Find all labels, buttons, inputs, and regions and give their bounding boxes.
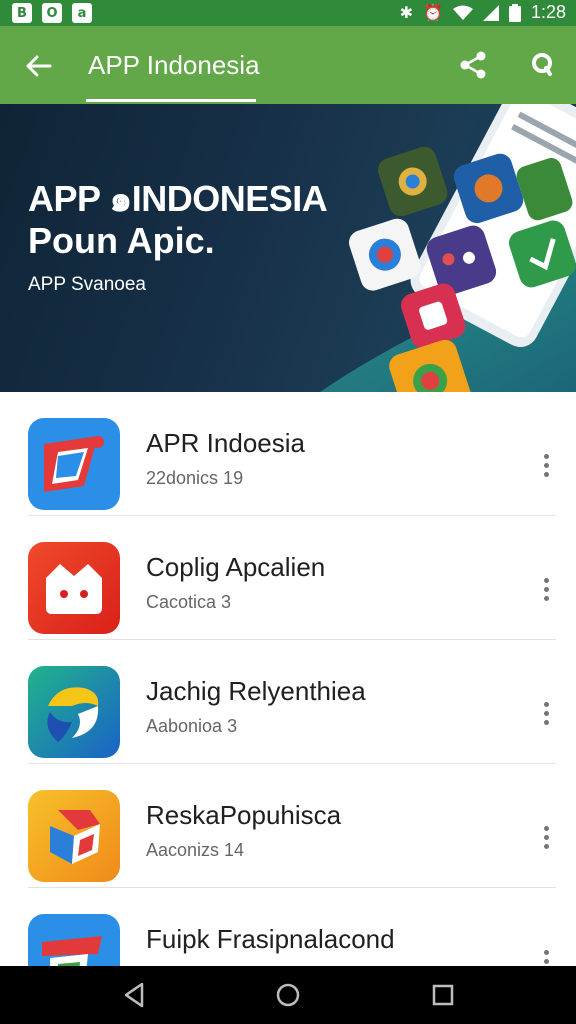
search-icon [532, 53, 552, 76]
app-meta: 22donics 19 [146, 468, 244, 488]
phone-apps-illustration [320, 104, 576, 392]
more-options-icon[interactable] [532, 572, 560, 606]
battery-icon [508, 3, 521, 22]
title-underline [86, 99, 256, 102]
list-item[interactable]: Coplig Apcalien Cacotica 3 [0, 516, 576, 640]
more-options-icon[interactable] [532, 944, 560, 966]
more-options-icon[interactable] [532, 448, 560, 482]
back-triangle-icon[interactable] [118, 978, 152, 1012]
app-name: APR Indoesia [146, 428, 305, 458]
navigation-bar [0, 966, 576, 1024]
back-button[interactable] [20, 48, 56, 84]
list-item[interactable]: Fuipk Frasipnalacond [0, 888, 576, 966]
app-logo-icon [28, 914, 120, 966]
app-bar: APP Indonesia [0, 26, 576, 104]
clock: 1:28 [530, 2, 566, 22]
wifi-icon [452, 5, 473, 20]
app-list: APR Indoesia 22donics 19 Coplig Apcalien… [0, 392, 576, 966]
signal-icon [482, 4, 499, 21]
app-logo-icon [28, 418, 120, 510]
more-options-icon[interactable] [532, 696, 560, 730]
notification-icon-a: a [72, 3, 92, 23]
app-logo-icon [28, 790, 120, 882]
app-name: Jachig Relyenthiea [146, 676, 366, 706]
app-meta: Aaconizs 14 [146, 840, 245, 860]
app-name: ReskaPopuhisca [146, 800, 342, 830]
app-icon-blue-red [28, 914, 120, 966]
app-meta: Cacotica 3 [146, 592, 232, 612]
list-item[interactable]: APR Indoesia 22donics 19 [0, 392, 576, 516]
bluetooth-icon: ✱ [399, 3, 414, 22]
notification-icon-o: O [42, 3, 62, 23]
recents-square-icon[interactable] [426, 978, 460, 1012]
page-title: APP Indonesia [88, 50, 260, 80]
app-logo-icon [28, 542, 120, 634]
search-button[interactable] [526, 48, 560, 82]
status-bar: B O a ✱ ⏰ 1:28 [0, 0, 576, 26]
app-icon-yellow-blue [28, 666, 120, 758]
promo-banner[interactable]: APP ๑INDONESIA Poun Apic. APP Svanoea [0, 104, 576, 392]
app-icon-orange-blue [28, 790, 120, 882]
banner-title-line1: APP ๑INDONESIA [28, 178, 328, 219]
banner-title-line2: Poun Apic. [28, 220, 215, 261]
home-circle-icon[interactable] [271, 978, 305, 1012]
notification-icon-b: B [12, 3, 32, 23]
app-logo-icon [28, 666, 120, 758]
system-icons: ✱ ⏰ 1:28 [400, 2, 566, 23]
list-item[interactable]: ReskaPopuhisca Aaconizs 14 [0, 764, 576, 888]
more-options-icon[interactable] [532, 820, 560, 854]
share-button[interactable] [456, 48, 490, 82]
alarm-icon: ⏰ [423, 3, 443, 22]
share-icon [460, 51, 486, 79]
app-name: Coplig Apcalien [146, 552, 326, 582]
list-item[interactable]: Jachig Relyenthiea Aabonioa 3 [0, 640, 576, 764]
notification-icons: B O a [12, 3, 92, 23]
app-icon-red-bot [28, 542, 120, 634]
arrow-back-icon [26, 55, 52, 77]
app-meta: Aabonioa 3 [146, 716, 238, 736]
banner-subtitle: APP Svanoea [28, 274, 146, 295]
app-name: Fuipk Frasipnalacond [146, 924, 395, 954]
app-icon-red-blue [28, 418, 120, 510]
